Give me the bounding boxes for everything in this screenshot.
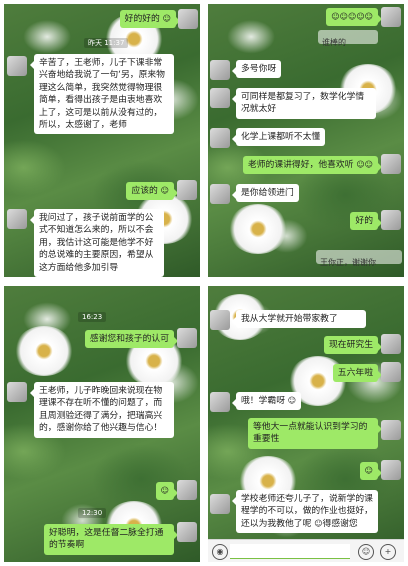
message-out: 等他大一点就能认识到学习的重要性 bbox=[248, 418, 382, 449]
message-out: 老师的课讲得好，他喜欢听 ☺☺ bbox=[242, 156, 383, 175]
smile-icon: ☺ bbox=[160, 186, 169, 195]
message-in: 可同样是都复习了，数学化学情况就太好 bbox=[232, 88, 376, 119]
message-out: 好的好的 ☺ bbox=[119, 10, 181, 29]
smile-icon: ☺ bbox=[287, 396, 297, 405]
avatar[interactable] bbox=[381, 420, 401, 440]
avatar[interactable] bbox=[177, 480, 197, 500]
avatar[interactable] bbox=[178, 9, 198, 29]
message-out: 应该的 ☺ bbox=[126, 182, 178, 201]
avatar[interactable] bbox=[210, 88, 230, 108]
avatar[interactable] bbox=[210, 494, 230, 514]
message-in: 我从大学就开始带家教了 bbox=[232, 310, 366, 329]
message-out: 好的 bbox=[350, 212, 382, 231]
message-out: 感谢您和孩子的认可 bbox=[84, 330, 179, 349]
avatar[interactable] bbox=[381, 210, 401, 230]
avatar[interactable] bbox=[7, 382, 27, 402]
input-toolbar: ◉ ☺ + bbox=[208, 539, 404, 562]
flower-decoration bbox=[14, 326, 74, 376]
message-out: ☺☺☺☺☺ bbox=[326, 8, 382, 27]
message-in: 我问过了，孩子说前面学的公式不知道怎么来的，所以不会用，我估计这可能是他学不好的… bbox=[30, 209, 164, 277]
message-in: 多号你呀 bbox=[231, 60, 282, 79]
blurred-message: 谁棒的 bbox=[318, 30, 378, 47]
chat-panel-3: 16:23 感谢您和孩子的认可 王老师，儿子昨晚回来说现在物理课不存在听不懂的问… bbox=[4, 286, 200, 562]
avatar[interactable] bbox=[177, 328, 197, 348]
smile-icon: ☺☺☺☺☺ bbox=[331, 12, 373, 21]
avatar[interactable] bbox=[210, 310, 230, 330]
avatar[interactable] bbox=[381, 362, 401, 382]
flower-decoration bbox=[228, 204, 288, 254]
avatar[interactable] bbox=[210, 184, 230, 204]
message-in: 辛苦了，王老师，儿子下课非常兴奋地给我说了一句‘另，原来物理这么简单，我突然觉得… bbox=[30, 54, 174, 135]
avatar[interactable] bbox=[381, 334, 401, 354]
smile-icon: ☺ bbox=[364, 466, 373, 475]
chat-panel-2: ☺☺☺☺☺ 谁棒的 多号你呀 可同样是都复习了，数学化学情况就太好 化学上课都听… bbox=[208, 4, 404, 277]
smile-icon[interactable]: ☺ bbox=[358, 544, 374, 560]
message-in: 学校老师还夸儿子了，说新学的课程学的不可以，做的作业也挺好，还以为我教他了呢 ☺… bbox=[232, 490, 378, 534]
plus-icon[interactable]: + bbox=[380, 544, 396, 560]
avatar[interactable] bbox=[210, 60, 230, 80]
message-in: 是你给领进门 bbox=[232, 184, 299, 203]
avatar[interactable] bbox=[177, 522, 197, 542]
message-out: 五六年啦 bbox=[332, 364, 383, 383]
blurred-message: 王你正，谢谢你 bbox=[316, 250, 402, 267]
smile-icon: ☺☺ bbox=[356, 160, 373, 169]
avatar[interactable] bbox=[210, 128, 230, 148]
avatar[interactable] bbox=[7, 209, 27, 229]
timestamp: 昨天 11:37 bbox=[84, 38, 129, 48]
chat-panel-4: 我从大学就开始带家教了 现在研究生 五六年啦 哦！学霸呀 ☺ 等他大一点就能认识… bbox=[208, 286, 404, 562]
timestamp: 12:30 bbox=[78, 508, 107, 518]
timestamp: 16:23 bbox=[78, 312, 107, 322]
message-out: ☺ bbox=[155, 482, 179, 501]
message-in: 王老师，儿子昨晚回来说现在物理课不存在听不懂的问题了，而且周测验还得了满分，把瑞… bbox=[30, 382, 174, 438]
message-out: ☺ bbox=[359, 462, 383, 481]
message-out: 现在研究生 bbox=[324, 336, 382, 355]
smile-icon: ☺ bbox=[162, 14, 171, 23]
message-in: 化学上课都听不太懂 bbox=[231, 128, 326, 147]
avatar[interactable] bbox=[381, 460, 401, 480]
smile-icon: ☺ bbox=[314, 518, 323, 528]
chat-panel-1: 好的好的 ☺ 昨天 11:37 辛苦了，王老师，儿子下课非常兴奋地给我说了一句‘… bbox=[4, 4, 200, 277]
avatar[interactable] bbox=[210, 392, 230, 412]
message-out: 好聪明，这是任督二脉全打通的节奏啊 bbox=[44, 524, 178, 555]
avatar[interactable] bbox=[177, 180, 197, 200]
avatar[interactable] bbox=[381, 154, 401, 174]
smile-icon: ☺ bbox=[160, 486, 169, 495]
message-input[interactable] bbox=[230, 544, 350, 559]
avatar[interactable] bbox=[381, 7, 401, 27]
avatar[interactable] bbox=[7, 56, 27, 76]
voice-icon[interactable]: ◉ bbox=[212, 544, 228, 560]
message-in: 哦！学霸呀 ☺ bbox=[231, 392, 302, 411]
